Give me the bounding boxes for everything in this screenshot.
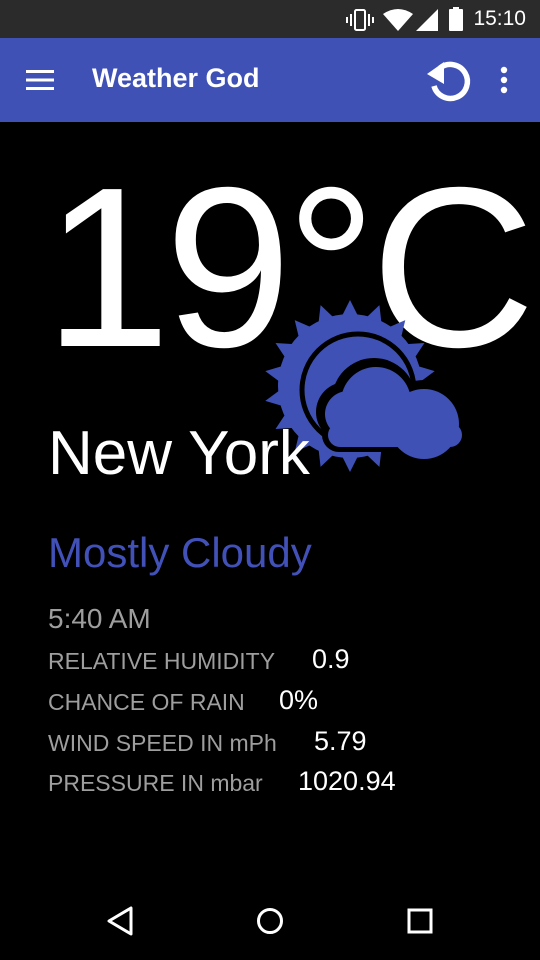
detail-label: CHANCE OF RAIN [48,689,245,715]
detail-row-wind: WIND SPEED IN mPh 5.79 [48,726,367,757]
detail-value: 0% [279,685,319,715]
more-vert-icon[interactable] [490,60,518,100]
status-time: 15:10 [473,7,526,30]
observation-time: 5:40 AM [48,603,151,634]
detail-label: PRESSURE IN mbar [48,770,263,796]
recents-icon[interactable] [397,898,443,944]
detail-row-pressure: PRESSURE IN mbar 1020.94 [48,766,396,797]
weather-condition: Mostly Cloudy [48,529,312,576]
city-name: New York [48,419,310,488]
app-bar: Weather God [0,38,540,122]
cell-signal-icon [416,9,438,31]
detail-value: 0.9 [312,644,350,674]
detail-value: 1020.94 [298,766,396,796]
home-icon[interactable] [247,898,293,944]
detail-row-rain: CHANCE OF RAIN 0% [48,685,318,716]
battery-icon [449,7,463,31]
vibrate-icon [346,9,374,31]
back-icon[interactable] [97,898,143,944]
detail-value: 5.79 [314,726,367,756]
detail-label: RELATIVE HUMIDITY [48,648,276,674]
status-bar: 15:10 [0,0,540,38]
refresh-icon[interactable] [424,56,478,104]
detail-label: WIND SPEED IN mPh [48,730,277,756]
detail-row-humidity: RELATIVE HUMIDITY 0.9 [48,644,350,675]
screen: 15:10 Weather God 19°C New York Mostly C… [0,0,540,960]
wifi-icon [383,9,413,31]
hamburger-menu-icon[interactable] [20,60,64,100]
nav-bar [0,880,540,960]
app-title: Weather God [92,63,260,93]
